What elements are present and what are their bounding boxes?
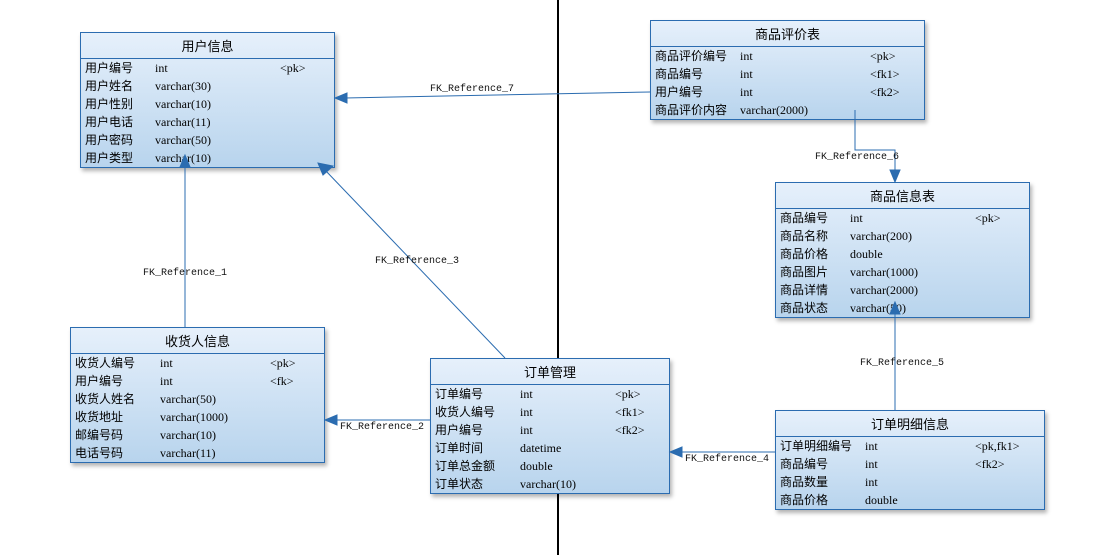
table-row: 用户密码varchar(50) [81, 131, 334, 149]
table-row: 用户性别varchar(10) [81, 95, 334, 113]
table-row: 用户类型varchar(10) [81, 149, 334, 167]
fk-label: FK_Reference_2 [340, 422, 424, 433]
table-row: 用户编号int<fk> [71, 372, 324, 390]
entity-body: 商品评价编号int<pk> 商品编号int<fk1> 用户编号int<fk2> … [651, 47, 924, 119]
entity-order: 订单管理 订单编号int<pk> 收货人编号int<fk1> 用户编号int<f… [430, 358, 670, 494]
entity-review: 商品评价表 商品评价编号int<pk> 商品编号int<fk1> 用户编号int… [650, 20, 925, 120]
entity-body: 订单明细编号int<pk,fk1> 商品编号int<fk2> 商品数量int 商… [776, 437, 1044, 509]
fk-label: FK_Reference_7 [430, 84, 514, 95]
table-row: 订单时间datetime [431, 439, 669, 457]
entity-title: 商品评价表 [651, 21, 924, 47]
table-row: 商品图片varchar(1000) [776, 263, 1029, 281]
entity-title: 订单明细信息 [776, 411, 1044, 437]
table-row: 用户编号int<pk> [81, 59, 334, 77]
table-row: 订单总金额double [431, 457, 669, 475]
table-row: 收货人编号int<fk1> [431, 403, 669, 421]
entity-body: 用户编号int<pk> 用户姓名varchar(30) 用户性别varchar(… [81, 59, 334, 167]
table-row: 用户编号int<fk2> [651, 83, 924, 101]
table-row: 订单编号int<pk> [431, 385, 669, 403]
table-row: 用户电话varchar(11) [81, 113, 334, 131]
table-row: 商品价格double [776, 491, 1044, 509]
table-row: 用户姓名varchar(30) [81, 77, 334, 95]
table-row: 订单状态varchar(10) [431, 475, 669, 493]
entity-user: 用户信息 用户编号int<pk> 用户姓名varchar(30) 用户性别var… [80, 32, 335, 168]
table-row: 用户编号int<fk2> [431, 421, 669, 439]
fk-label: FK_Reference_5 [860, 358, 944, 369]
table-row: 商品编号int<pk> [776, 209, 1029, 227]
table-row: 订单明细编号int<pk,fk1> [776, 437, 1044, 455]
table-row: 收货人姓名varchar(50) [71, 390, 324, 408]
table-row: 电话号码varchar(11) [71, 444, 324, 462]
entity-body: 订单编号int<pk> 收货人编号int<fk1> 用户编号int<fk2> 订… [431, 385, 669, 493]
table-row: 收货地址varchar(1000) [71, 408, 324, 426]
table-row: 商品详情varchar(2000) [776, 281, 1029, 299]
entity-title: 商品信息表 [776, 183, 1029, 209]
table-row: 邮编号码varchar(10) [71, 426, 324, 444]
entity-title: 订单管理 [431, 359, 669, 385]
table-row: 收货人编号int<pk> [71, 354, 324, 372]
fk-label: FK_Reference_3 [375, 256, 459, 267]
entity-title: 用户信息 [81, 33, 334, 59]
fk-label: FK_Reference_1 [143, 268, 227, 279]
table-row: 商品价格double [776, 245, 1029, 263]
table-row: 商品评价编号int<pk> [651, 47, 924, 65]
fk-label: FK_Reference_6 [815, 152, 899, 163]
entity-receiver: 收货人信息 收货人编号int<pk> 用户编号int<fk> 收货人姓名varc… [70, 327, 325, 463]
table-row: 商品评价内容varchar(2000) [651, 101, 924, 119]
fk-label: FK_Reference_4 [685, 454, 769, 465]
table-row: 商品名称varchar(200) [776, 227, 1029, 245]
entity-title: 收货人信息 [71, 328, 324, 354]
table-row: 商品编号int<fk2> [776, 455, 1044, 473]
table-row: 商品数量int [776, 473, 1044, 491]
table-row: 商品状态varchar(50) [776, 299, 1029, 317]
entity-product: 商品信息表 商品编号int<pk> 商品名称varchar(200) 商品价格d… [775, 182, 1030, 318]
table-row: 商品编号int<fk1> [651, 65, 924, 83]
entity-body: 收货人编号int<pk> 用户编号int<fk> 收货人姓名varchar(50… [71, 354, 324, 462]
entity-orderdetail: 订单明细信息 订单明细编号int<pk,fk1> 商品编号int<fk2> 商品… [775, 410, 1045, 510]
entity-body: 商品编号int<pk> 商品名称varchar(200) 商品价格double … [776, 209, 1029, 317]
